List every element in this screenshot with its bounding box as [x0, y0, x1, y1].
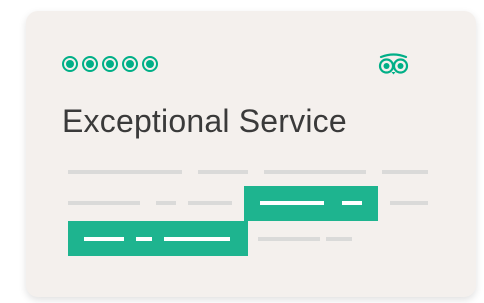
text-line: [264, 170, 366, 174]
text-line: [188, 201, 232, 205]
text-line: [390, 201, 428, 205]
text-line: [382, 170, 428, 174]
text-line: [156, 201, 176, 205]
review-card: Exceptional Service: [26, 11, 476, 297]
highlighted-text-line: [164, 237, 230, 241]
text-line: [68, 170, 182, 174]
text-line: [198, 170, 248, 174]
highlighted-text-line: [136, 237, 152, 241]
review-text-placeholder: [26, 11, 476, 297]
text-line: [68, 201, 140, 205]
text-line: [326, 237, 352, 241]
highlighted-text-line: [342, 201, 362, 205]
highlighted-text-line: [260, 201, 324, 205]
highlighted-text-line: [84, 237, 124, 241]
text-line: [258, 237, 320, 241]
